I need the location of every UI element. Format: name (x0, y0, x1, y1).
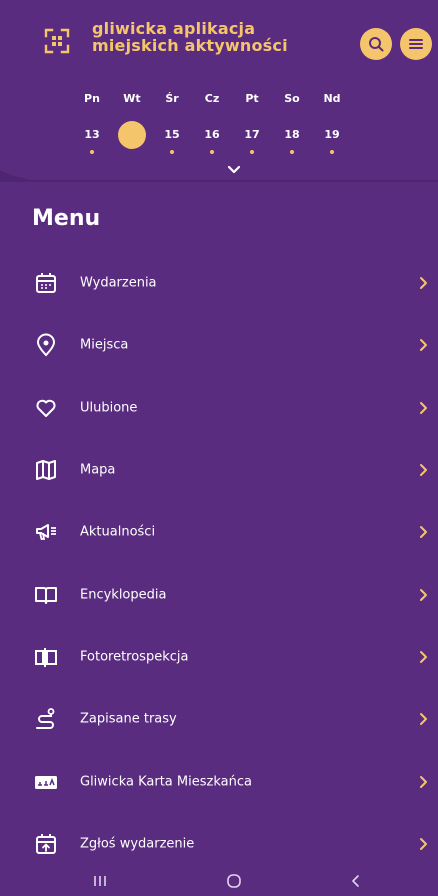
event-dot (170, 150, 174, 154)
weekday-label: Śr (165, 92, 179, 105)
app-header: gliwicka aplikacja miejskich aktywności (0, 0, 438, 92)
chevron-right-icon (420, 277, 427, 290)
back-icon[interactable] (346, 872, 366, 890)
date-cell-selected[interactable]: 14 (112, 121, 152, 156)
menu-item-label: Zapisane trasy (80, 711, 177, 727)
weekday-row: Pn Wt Śr Cz Pt So Nd (72, 92, 412, 105)
date-number: 15 (164, 128, 180, 141)
menu-item-wydarzenia[interactable]: Wydarzenia (0, 252, 438, 314)
chevron-right-icon (420, 526, 427, 539)
chevron-right-icon (420, 588, 427, 601)
date-cell[interactable]: 13 (72, 122, 112, 156)
menu-heading: Menu (32, 206, 101, 231)
chevron-right-icon (420, 713, 427, 726)
chevron-right-icon (420, 775, 427, 788)
date-number: 19 (324, 128, 340, 141)
panel-edge (0, 170, 438, 182)
date-number: 13 (84, 128, 100, 141)
date-cell[interactable]: 18 (272, 122, 312, 156)
menu-item-label: Aktualności (80, 524, 156, 540)
recents-icon[interactable] (90, 872, 110, 890)
menu-item-label: Fotoretrospekcja (80, 649, 189, 665)
date-cell[interactable]: 15 (152, 122, 192, 156)
chevron-right-icon (420, 650, 427, 663)
hamburger-icon (409, 39, 423, 49)
date-cell[interactable]: 19 (312, 122, 352, 156)
weekday-label: Wt (123, 92, 141, 105)
calendar-add-icon (36, 833, 56, 854)
date-number: 14 (118, 121, 146, 149)
menu-list: Wydarzenia Miejsca Ulubione Mapa Aktualn (0, 252, 438, 875)
menu-item-label: Miejsca (80, 337, 129, 353)
search-icon (369, 37, 384, 52)
event-dot (90, 150, 94, 154)
app-title-line-2: miejskich aktywności (92, 36, 288, 55)
date-number: 17 (244, 128, 260, 141)
date-cell[interactable]: 16 (192, 122, 232, 156)
menu-item-label: Zgłoś wydarzenie (80, 836, 195, 852)
photo-compare-icon (35, 647, 57, 667)
menu-item-zapisane-trasy[interactable]: Zapisane trasy (0, 688, 438, 750)
menu-item-ulubione[interactable]: Ulubione (0, 377, 438, 439)
map-icon (36, 460, 56, 481)
weekday-label: Pt (245, 92, 259, 105)
menu-item-label: Wydarzenia (80, 275, 157, 291)
menu-item-miejsca[interactable]: Miejsca (0, 314, 438, 376)
menu-item-aktualnosci[interactable]: Aktualności (0, 501, 438, 563)
chevron-right-icon (420, 401, 427, 414)
menu-item-encyklopedia[interactable]: Encyklopedia (0, 563, 438, 625)
weekday-label: Pn (84, 92, 100, 105)
heart-icon (36, 399, 56, 417)
event-dot (250, 150, 254, 154)
event-dot (290, 150, 294, 154)
app-title-line-1: gliwicka aplikacja (92, 19, 256, 38)
chevron-right-icon (420, 339, 427, 352)
calendar-icon (36, 273, 56, 294)
search-button[interactable] (360, 28, 392, 60)
menu-item-mapa[interactable]: Mapa (0, 439, 438, 501)
event-dot (330, 150, 334, 154)
app-title: gliwicka aplikacja miejskich aktywności (92, 20, 332, 54)
menu-button[interactable] (400, 28, 432, 60)
date-number: 16 (204, 128, 220, 141)
menu-item-label: Ulubione (80, 400, 138, 416)
resident-card-icon (35, 775, 57, 789)
date-number: 18 (284, 128, 300, 141)
menu-item-label: Gliwicka Karta Mieszkańca (80, 774, 252, 790)
route-icon (36, 708, 55, 730)
city-logo-icon[interactable] (44, 28, 70, 54)
chevron-right-icon (420, 837, 427, 850)
menu-item-label: Mapa (80, 462, 116, 478)
book-icon (35, 586, 57, 604)
menu-item-karta-mieszkanca[interactable]: Gliwicka Karta Mieszkańca (0, 750, 438, 812)
megaphone-icon (36, 524, 56, 541)
weekday-label: So (284, 92, 300, 105)
date-cell[interactable]: 17 (232, 122, 272, 156)
location-pin-icon (36, 334, 56, 357)
weekday-label: Cz (204, 92, 220, 105)
menu-item-label: Encyklopedia (80, 587, 167, 603)
date-row: 13 14 15 16 17 18 19 (72, 121, 412, 156)
home-icon[interactable] (224, 872, 244, 890)
system-nav-bar (0, 866, 438, 896)
menu-item-fotoretrospekcja[interactable]: Fotoretrospekcja (0, 626, 438, 688)
weekday-label: Nd (323, 92, 341, 105)
chevron-right-icon (420, 464, 427, 477)
event-dot (210, 150, 214, 154)
